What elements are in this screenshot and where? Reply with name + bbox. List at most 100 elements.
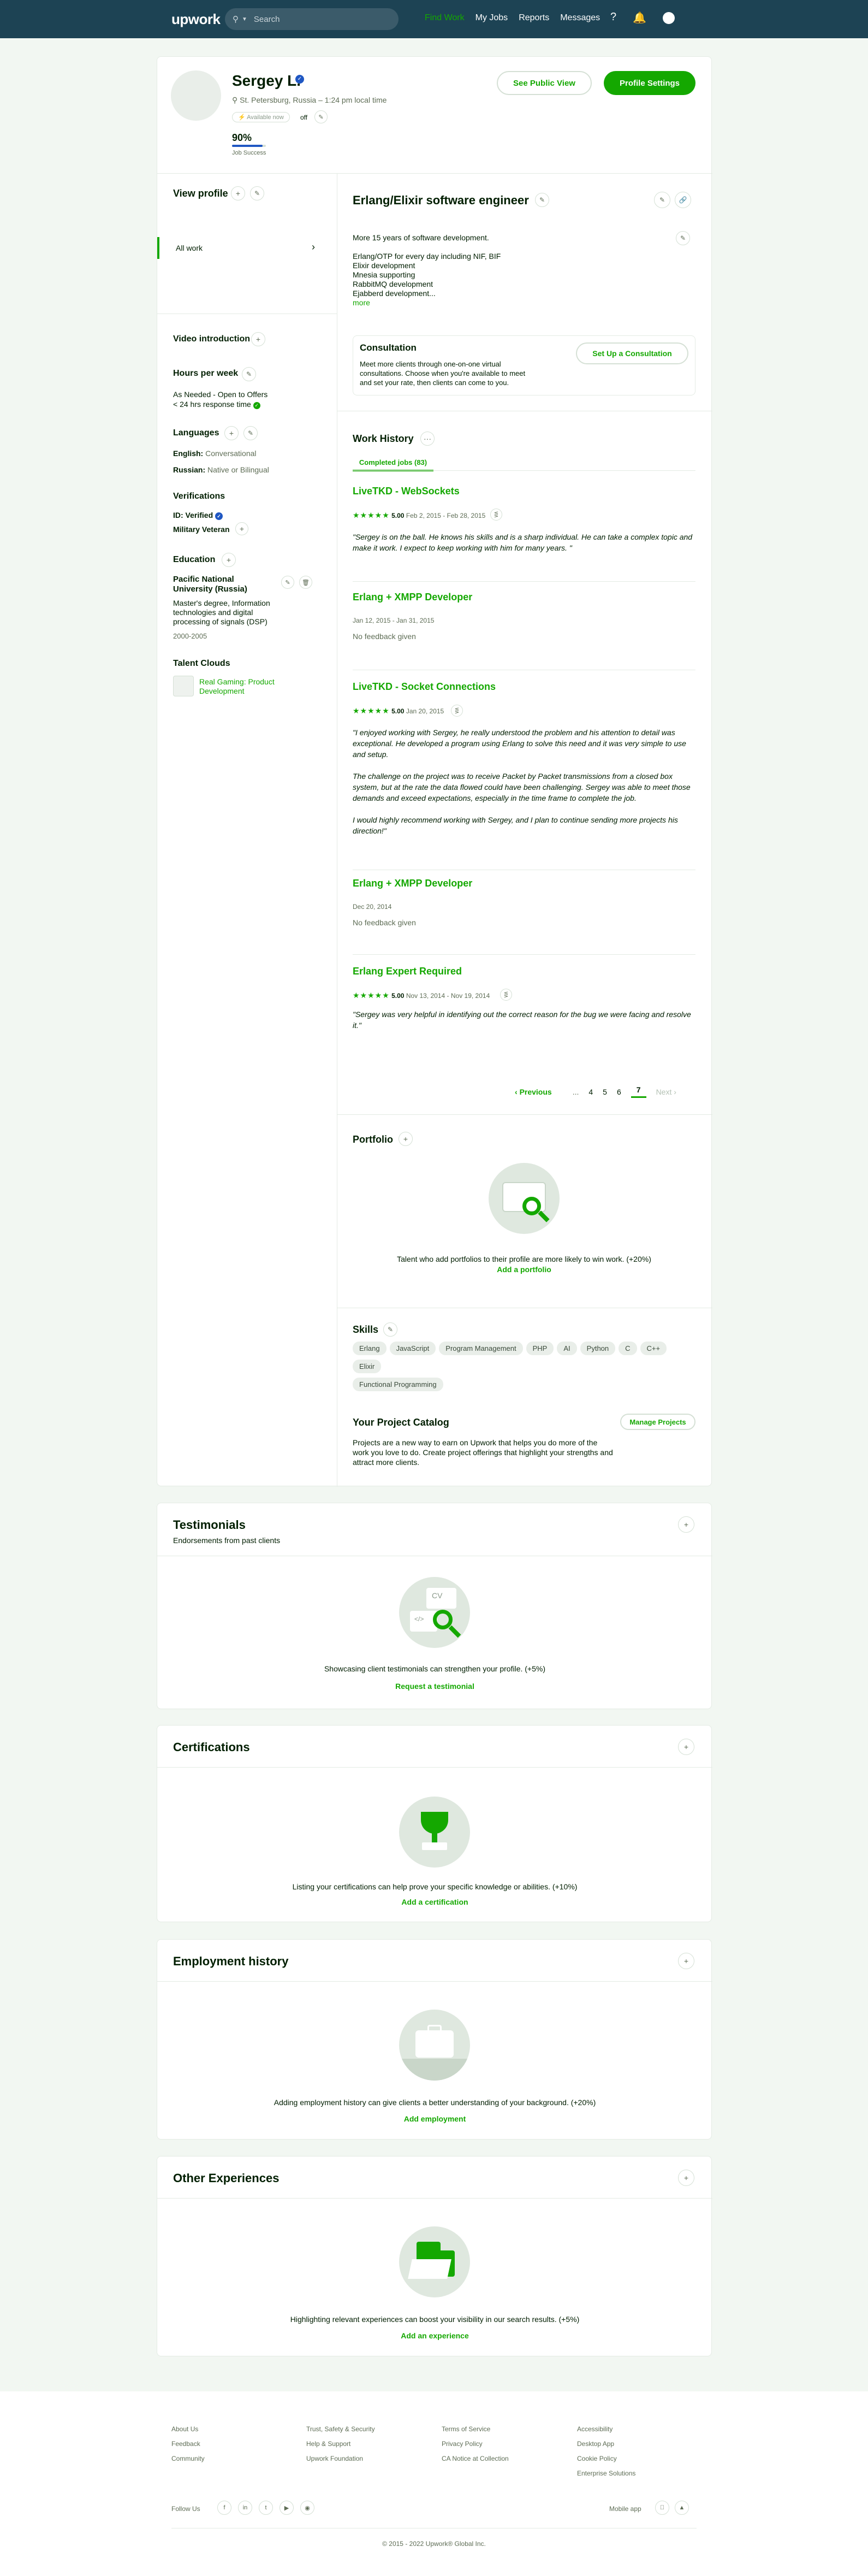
page-6[interactable]: 6 xyxy=(617,1088,621,1096)
manage-projects-button[interactable]: Manage Projects xyxy=(620,1414,695,1430)
education-heading: Education xyxy=(173,555,216,564)
delete-education-icon[interactable]: 🗑 xyxy=(299,576,312,589)
footer-link[interactable]: Terms of Service xyxy=(442,2425,490,2433)
portfolio-text: Talent who add portfolios to their profi… xyxy=(397,1255,651,1263)
add-experience-link[interactable]: Add an experience xyxy=(157,2331,712,2340)
overview-more-link[interactable]: more xyxy=(353,298,370,307)
footer-link[interactable]: About Us xyxy=(171,2425,198,2433)
add-portfolio-link[interactable]: Add a portfolio xyxy=(353,1265,695,1274)
lightning-icon: ⚡ xyxy=(238,114,246,121)
skill-tag[interactable]: Program Management xyxy=(439,1342,523,1355)
nav-my-jobs[interactable]: My Jobs xyxy=(475,13,508,23)
add-education-icon[interactable]: + xyxy=(222,553,236,567)
share-job-icon[interactable]: ⋚ xyxy=(500,989,512,1001)
cloud-link[interactable]: Real Gaming: Product Development xyxy=(199,677,292,696)
job-rating-1: ★★★★★ 5.00 Feb 2, 2015 - Feb 28, 2015 xyxy=(353,511,486,519)
skill-tag[interactable]: JavaScript xyxy=(389,1342,436,1355)
edit-education-icon[interactable]: ✎ xyxy=(281,576,294,589)
footer-link[interactable]: Trust, Safety & Security xyxy=(306,2425,375,2433)
page-7-current[interactable]: 7 xyxy=(631,1085,646,1098)
search-dropdown-icon[interactable]: ▼ xyxy=(242,16,247,22)
share-job-icon[interactable]: ⋚ xyxy=(490,509,502,521)
avatar-menu-icon[interactable] xyxy=(663,12,675,24)
job-title-5[interactable]: Erlang Expert Required xyxy=(353,966,462,977)
footer-link[interactable]: Cookie Policy xyxy=(577,2455,617,2462)
bell-icon[interactable]: 🔔 xyxy=(633,11,646,25)
add-video-icon[interactable]: + xyxy=(251,332,265,346)
android-icon[interactable]: ▲ xyxy=(675,2501,689,2515)
profile-settings-button[interactable]: Profile Settings xyxy=(604,71,695,95)
page-4[interactable]: 4 xyxy=(588,1088,593,1096)
share-link-icon[interactable]: 🔗 xyxy=(675,192,691,208)
nav-reports[interactable]: Reports xyxy=(519,13,549,23)
edit-title-icon[interactable]: ✎ xyxy=(535,193,549,207)
linkedin-icon[interactable]: in xyxy=(238,2501,252,2515)
edit-overview-icon[interactable]: ✎ xyxy=(676,231,690,245)
pagination-ellipsis: ... xyxy=(572,1087,579,1096)
add-testimonial-icon[interactable]: + xyxy=(678,1516,694,1533)
footer-link[interactable]: Desktop App xyxy=(577,2440,614,2448)
instagram-icon[interactable]: ◉ xyxy=(300,2501,314,2515)
avatar[interactable] xyxy=(171,70,221,121)
request-testimonial-link[interactable]: Request a testimonial xyxy=(157,1682,712,1691)
edit-language-icon[interactable]: ✎ xyxy=(243,426,258,440)
add-military-icon[interactable]: + xyxy=(235,522,248,535)
testimonials-heading: Testimonials xyxy=(173,1518,246,1532)
skill-tag[interactable]: Erlang xyxy=(353,1342,387,1355)
job-title-4[interactable]: Erlang + XMPP Developer xyxy=(353,878,472,889)
set-up-consultation-button[interactable]: Set Up a Consultation xyxy=(576,342,688,364)
skill-tag[interactable]: PHP xyxy=(526,1342,554,1355)
hours-value: As Needed - Open to Offers xyxy=(173,390,268,399)
footer-link[interactable]: Help & Support xyxy=(306,2440,350,2448)
footer-link[interactable]: Upwork Foundation xyxy=(306,2455,363,2462)
skill-tag[interactable]: C xyxy=(619,1342,637,1355)
skill-tag[interactable]: C++ xyxy=(640,1342,667,1355)
edit-rate-icon[interactable]: ✎ xyxy=(654,192,670,208)
work-history-menu-icon[interactable]: ··· xyxy=(420,432,435,446)
job-title-1[interactable]: LiveTKD - WebSockets xyxy=(353,486,460,497)
footer-link[interactable]: Community xyxy=(171,2455,205,2462)
footer-link[interactable]: Accessibility xyxy=(577,2425,613,2433)
sidebar-item-all-work[interactable]: All work › xyxy=(157,237,337,259)
page-5[interactable]: 5 xyxy=(603,1088,607,1096)
search-input[interactable]: ⚲ ▼ Search xyxy=(225,8,399,30)
upwork-logo[interactable]: upwork xyxy=(171,11,221,28)
skill-tag[interactable]: Functional Programming xyxy=(353,1378,443,1391)
pagination-previous[interactable]: ‹ Previous xyxy=(515,1088,552,1096)
testimonials-card: Testimonials Endorsements from past clie… xyxy=(157,1503,712,1709)
add-employment-icon[interactable]: + xyxy=(678,1953,694,1969)
add-portfolio-icon[interactable]: + xyxy=(399,1132,413,1146)
see-public-view-button[interactable]: See Public View xyxy=(497,71,592,95)
availability-toggle[interactable]: off xyxy=(300,114,307,121)
facebook-icon[interactable]: f xyxy=(217,2501,231,2515)
job-title-3[interactable]: LiveTKD - Socket Connections xyxy=(353,681,496,693)
nav-messages[interactable]: Messages xyxy=(560,13,600,23)
skill-tag[interactable]: Elixir xyxy=(353,1360,382,1373)
skill-tag[interactable]: AI xyxy=(557,1342,577,1355)
add-certification-icon[interactable]: + xyxy=(678,1739,694,1755)
skill-tag[interactable]: Python xyxy=(580,1342,616,1355)
job-title-2[interactable]: Erlang + XMPP Developer xyxy=(353,592,472,603)
apple-icon[interactable]:  xyxy=(655,2501,669,2515)
share-job-icon[interactable]: ⋚ xyxy=(451,705,463,717)
footer-link[interactable]: Privacy Policy xyxy=(442,2440,483,2448)
add-employment-link[interactable]: Add employment xyxy=(157,2114,712,2123)
edit-profile-icon[interactable]: ✎ xyxy=(250,186,264,200)
help-icon[interactable]: ? xyxy=(610,11,616,25)
footer-link[interactable]: CA Notice at Collection xyxy=(442,2455,509,2462)
nav-find-work[interactable]: Find Work xyxy=(425,13,465,23)
add-language-icon[interactable]: + xyxy=(224,426,239,440)
add-certification-link[interactable]: Add a certification xyxy=(157,1898,712,1906)
footer-link[interactable]: Feedback xyxy=(171,2440,200,2448)
edit-availability-icon[interactable]: ✎ xyxy=(314,110,328,123)
edit-skills-icon[interactable]: ✎ xyxy=(383,1322,397,1337)
add-specialized-profile-icon[interactable]: + xyxy=(231,186,245,200)
footer-link[interactable]: Enterprise Solutions xyxy=(577,2469,635,2477)
add-experience-icon[interactable]: + xyxy=(678,2170,694,2186)
twitter-icon[interactable]: t xyxy=(259,2501,273,2515)
edit-hours-icon[interactable]: ✎ xyxy=(242,367,256,381)
tab-completed-jobs[interactable]: Completed jobs (83) xyxy=(353,458,433,471)
id-verified: ID: Verified ✓ xyxy=(173,511,223,520)
availability-badge[interactable]: ⚡ Available now xyxy=(232,112,290,122)
youtube-icon[interactable]: ▶ xyxy=(280,2501,294,2515)
